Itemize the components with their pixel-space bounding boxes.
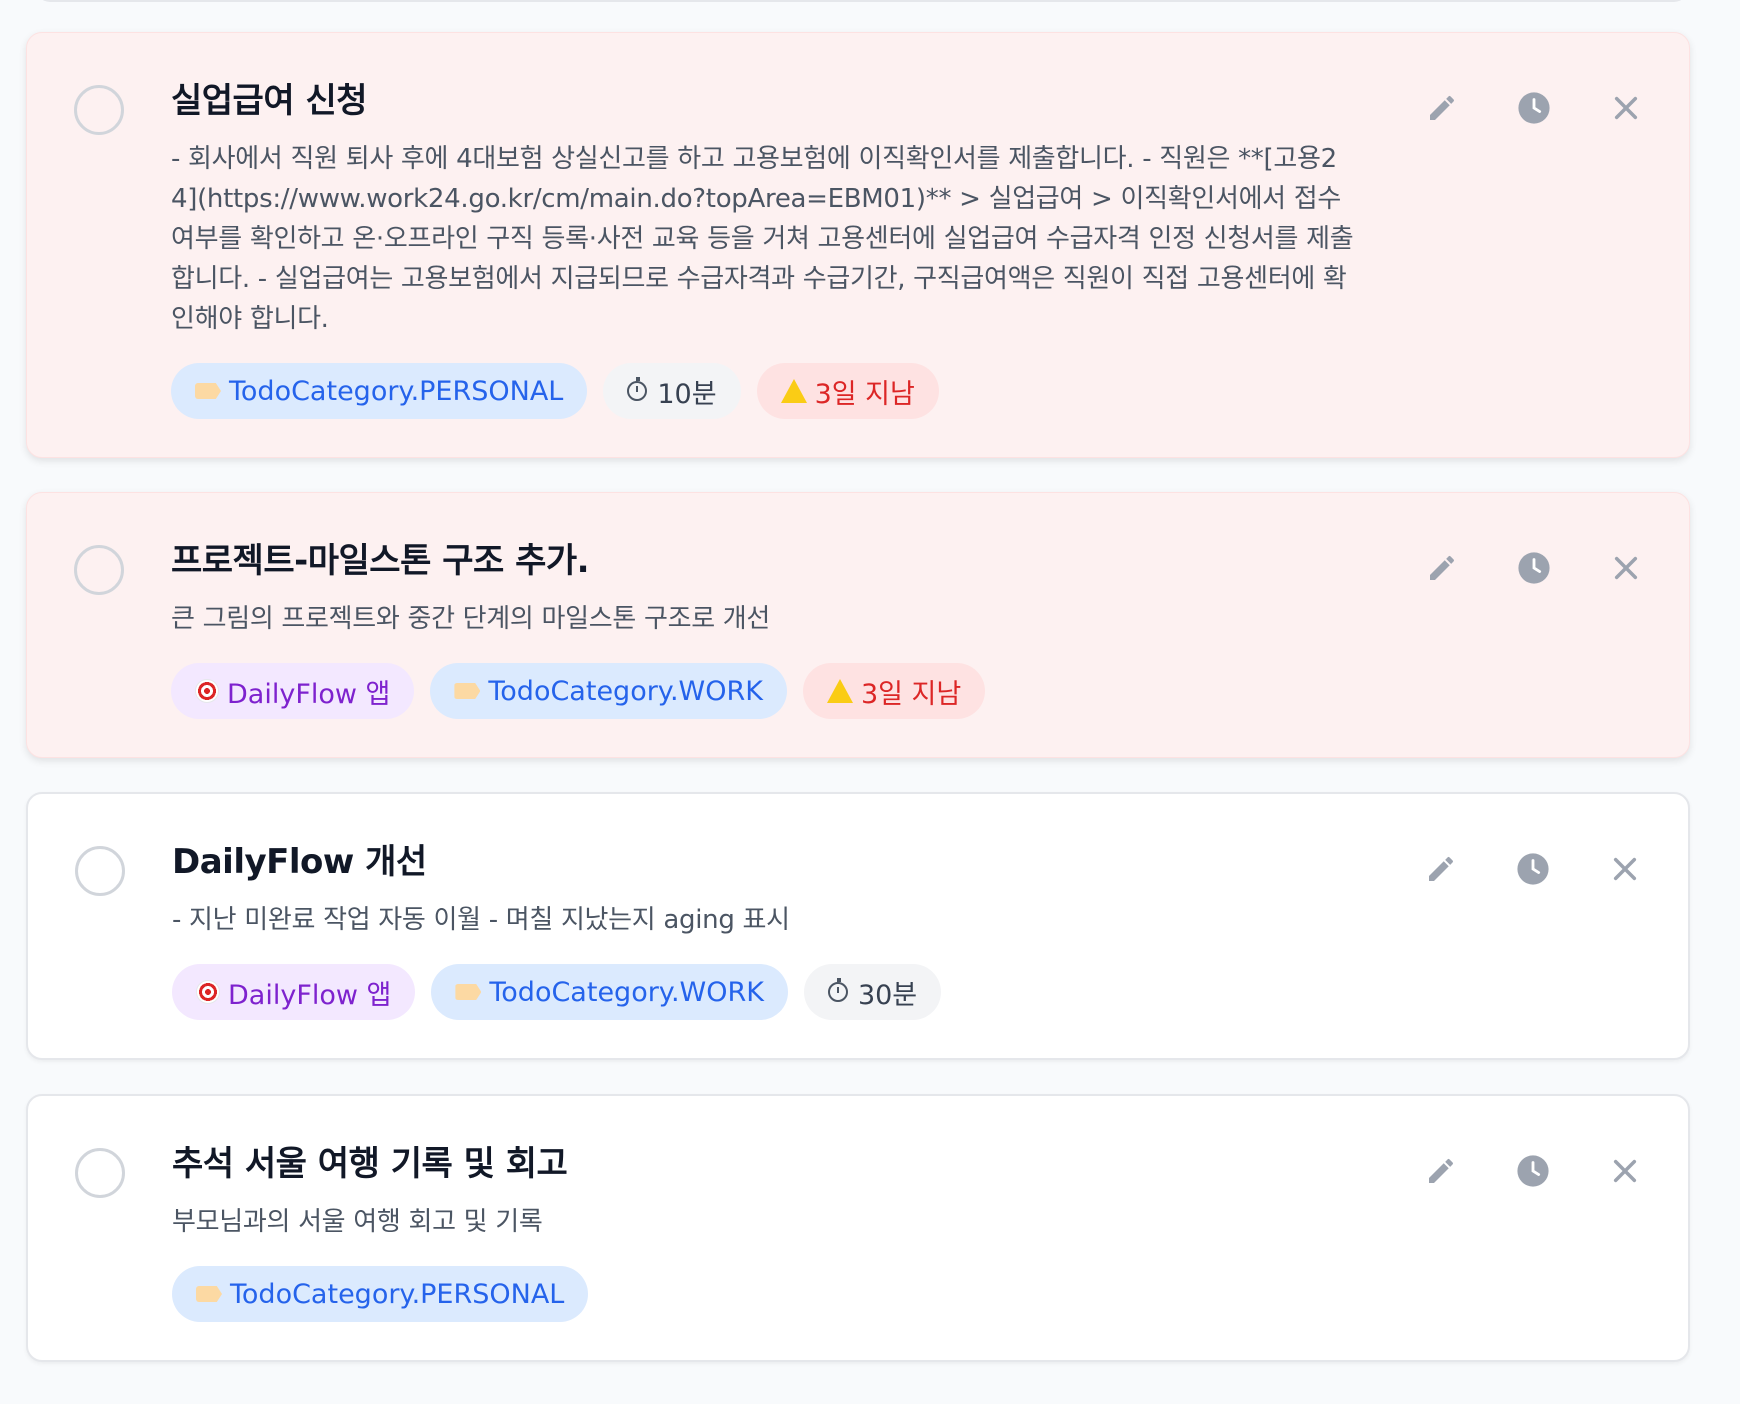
target-icon [195, 679, 219, 703]
overdue-label: 3일 지남 [860, 678, 962, 710]
category-label: TodoCategory.WORK [488, 675, 763, 707]
todo-card: 프로젝트-마일스톤 구조 추가. 큰 그림의 프로젝트와 중간 단계의 마일스톤… [26, 492, 1690, 758]
delete-button[interactable] [1602, 1148, 1648, 1194]
timer-icon [827, 978, 848, 1002]
snooze-button[interactable] [1510, 1148, 1556, 1194]
todo-description: 큰 그림의 프로젝트와 중간 단계의 마일스톤 구조로 개선 [171, 604, 771, 634]
project-badge: DailyFlow 앱 [171, 663, 415, 719]
snooze-button[interactable] [1511, 545, 1557, 591]
todo-actions [1418, 1148, 1648, 1194]
todo-tags: DailyFlow 앱 TodoCategory.WORK 3일 지남 [171, 663, 1539, 719]
warning-icon [780, 379, 807, 403]
category-label: TodoCategory.PERSONAL [230, 1278, 565, 1310]
todo-page: 실업급여 신청 - 회사에서 직원 퇴사 후에 4대보험 상실신고를 하고 고용… [0, 0, 1740, 1404]
todo-description: 부모님과의 서울 여행 회고 및 기록 [172, 1207, 543, 1237]
edit-button[interactable] [1419, 85, 1465, 131]
todo-title: 프로젝트-마일스톤 구조 추가. [171, 541, 590, 581]
pencil-icon [1429, 856, 1454, 881]
complete-checkbox[interactable] [75, 1148, 125, 1198]
close-icon [1614, 556, 1638, 580]
todo-actions [1419, 545, 1649, 591]
todo-description: - 회사에서 직원 퇴사 후에 4대보험 상실신고를 하고 고용보험에 이직확인… [171, 144, 1354, 334]
overdue-badge: 3일 지남 [756, 363, 939, 419]
label-tag-icon [195, 383, 221, 399]
todo-actions [1418, 846, 1648, 892]
label-tag-icon [196, 1286, 222, 1302]
todo-tags: DailyFlow 앱 TodoCategory.WORK 30분 [172, 964, 1538, 1020]
close-icon [1613, 1159, 1637, 1183]
delete-button[interactable] [1602, 846, 1648, 892]
project-label: DailyFlow 앱 [227, 678, 391, 710]
snooze-button[interactable] [1510, 846, 1556, 892]
todo-card: 추석 서울 여행 기록 및 회고 부모님과의 서울 여행 회고 및 기록 Tod… [26, 1094, 1690, 1362]
complete-checkbox[interactable] [74, 545, 124, 595]
category-label: TodoCategory.PERSONAL [229, 375, 564, 407]
target-icon [196, 980, 220, 1004]
overdue-badge: 3일 지남 [802, 663, 986, 719]
project-badge: DailyFlow 앱 [172, 964, 416, 1020]
complete-checkbox[interactable] [75, 846, 125, 896]
duration-label: 30분 [857, 979, 918, 1011]
category-badge: TodoCategory.WORK [431, 964, 788, 1020]
category-label: TodoCategory.WORK [489, 976, 764, 1008]
label-tag-icon [455, 984, 482, 1000]
close-icon [1614, 96, 1638, 120]
edit-button[interactable] [1418, 846, 1464, 892]
edit-button[interactable] [1418, 1148, 1464, 1194]
todo-title: DailyFlow 개선 [172, 842, 427, 882]
category-badge: TodoCategory.PERSONAL [171, 363, 588, 419]
category-badge: TodoCategory.WORK [430, 663, 787, 719]
clock-icon [1518, 92, 1550, 124]
todo-list: 실업급여 신청 - 회사에서 직원 퇴사 후에 4대보험 상실신고를 하고 고용… [26, 32, 1692, 1396]
complete-checkbox[interactable] [74, 85, 124, 135]
delete-button[interactable] [1603, 545, 1649, 591]
label-tag-icon [454, 683, 481, 699]
todo-card: DailyFlow 개선 - 지난 미완료 작업 자동 이월 - 며칠 지났는지… [26, 792, 1690, 1060]
todo-description: - 지난 미완료 작업 자동 이월 - 며칠 지났는지 aging 표시 [172, 905, 790, 935]
snooze-button[interactable] [1511, 85, 1557, 131]
timer-icon [627, 377, 648, 401]
duration-label: 10분 [657, 378, 717, 410]
pencil-icon [1430, 555, 1455, 580]
clock-icon [1517, 853, 1549, 885]
todo-actions [1419, 85, 1649, 131]
pencil-icon [1429, 1158, 1454, 1183]
todo-tags: TodoCategory.PERSONAL [172, 1266, 1538, 1322]
clock-icon [1518, 552, 1550, 584]
todo-card: 실업급여 신청 - 회사에서 직원 퇴사 후에 4대보험 상실신고를 하고 고용… [26, 32, 1690, 458]
duration-badge: 10분 [603, 363, 741, 419]
close-icon [1613, 857, 1637, 881]
edit-button[interactable] [1419, 545, 1465, 591]
todo-title: 실업급여 신청 [171, 81, 368, 121]
duration-badge: 30분 [803, 964, 942, 1020]
pencil-icon [1430, 95, 1455, 120]
todo-tags: TodoCategory.PERSONAL 10분 3일 지남 [171, 363, 1539, 419]
clock-icon [1517, 1155, 1549, 1187]
todo-title: 추석 서울 여행 기록 및 회고 [172, 1144, 568, 1184]
previous-card-edge [36, 0, 1688, 2]
overdue-label: 3일 지남 [814, 378, 915, 410]
delete-button[interactable] [1603, 85, 1649, 131]
warning-icon [826, 679, 853, 703]
project-label: DailyFlow 앱 [228, 979, 392, 1011]
category-badge: TodoCategory.PERSONAL [172, 1266, 589, 1322]
